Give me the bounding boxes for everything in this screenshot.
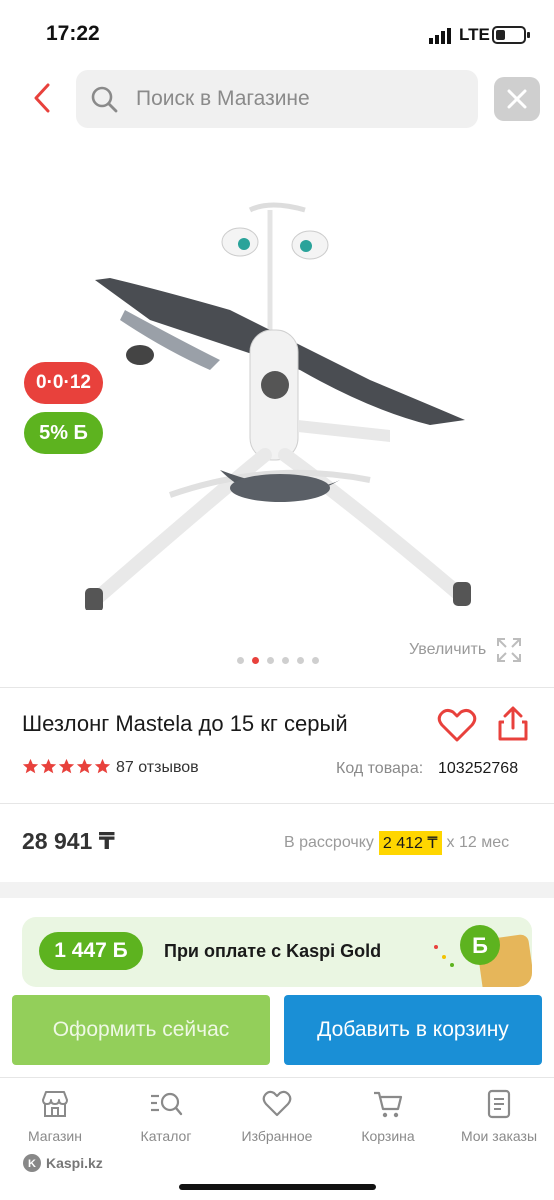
nav-label-catalog: Каталог (140, 1128, 192, 1144)
rating-stars (22, 758, 112, 775)
pagination-dot[interactable] (237, 657, 244, 664)
star-icon (40, 758, 57, 774)
svg-text:K: K (28, 1158, 36, 1170)
installment-prefix: В рассрочку (284, 834, 374, 851)
star-icon (58, 758, 75, 774)
nav-label-orders: Мои заказы (460, 1128, 538, 1144)
installment-amount: 2 412 ₸ (378, 831, 442, 855)
product-gallery[interactable]: 0·0·12 5% Б Увеличить (0, 140, 554, 685)
nav-label-cart: Корзина (361, 1128, 415, 1144)
kaspi-watermark: K Kaspi.kz (22, 1153, 103, 1173)
kaspi-gold-card-icon: Б (434, 925, 532, 987)
installment-badge: 0·0·12 (24, 362, 103, 404)
share-icon[interactable] (496, 706, 530, 742)
product-title: Шезлонг Mastela до 15 кг серый (22, 711, 348, 736)
signal-icon (429, 28, 451, 44)
close-icon (507, 89, 527, 109)
status-time: 17:22 (46, 22, 100, 45)
product-code-label: Код товара: (336, 760, 424, 777)
pagination-dot[interactable] (267, 657, 274, 664)
nav-item-favorites[interactable]: Избранное (227, 1088, 327, 1144)
cart-icon (374, 1091, 403, 1118)
gallery-pagination (237, 657, 327, 664)
catalog-search-icon (151, 1092, 183, 1116)
divider (0, 687, 554, 688)
product-price: 28 941 ₸ (22, 828, 115, 854)
installment-info: В рассрочку 2 412 ₸ x 12 мес (284, 831, 509, 855)
expand-icon (497, 638, 522, 662)
add-to-cart-button[interactable]: Добавить в корзину (284, 995, 542, 1065)
nav-label-favorites: Избранное (241, 1128, 313, 1144)
back-button[interactable] (24, 80, 60, 116)
network-label: LTE (459, 25, 490, 44)
pagination-dot[interactable] (282, 657, 289, 664)
nav-item-orders[interactable]: Мои заказы (449, 1088, 549, 1144)
search-input[interactable]: Поиск в Магазине (76, 70, 478, 128)
section-separator (0, 882, 554, 898)
gold-bonus-pill: 1 447 Б (39, 932, 143, 970)
bottom-navigation: Магазин Каталог Избранное Корзина Мои за… (0, 1077, 554, 1200)
svg-text:Б: Б (472, 933, 488, 958)
home-indicator (179, 1184, 376, 1190)
bonus-badge: 5% Б (24, 412, 103, 454)
orders-icon (487, 1089, 511, 1119)
kaspi-logo-icon: K (23, 1154, 41, 1172)
gold-banner-text: При оплате с Kaspi Gold (164, 941, 382, 961)
battery-icon (492, 26, 530, 44)
favorite-heart-icon[interactable] (437, 707, 477, 743)
chevron-left-icon (34, 83, 50, 113)
nav-item-catalog[interactable]: Каталог (116, 1088, 216, 1144)
status-bar: 17:22 LTE (0, 0, 554, 64)
zoom-label: Увеличить (409, 641, 487, 658)
pagination-dot[interactable] (312, 657, 319, 664)
nav-item-store[interactable]: Магазин (5, 1088, 105, 1144)
nav-item-cart[interactable]: Корзина (338, 1088, 438, 1144)
zoom-button[interactable]: Увеличить (409, 637, 522, 663)
search-placeholder: Поиск в Магазине (136, 87, 310, 110)
store-icon (42, 1091, 68, 1117)
search-icon (91, 86, 118, 113)
product-code-value: 103252768 (438, 760, 519, 777)
heart-icon (262, 1090, 292, 1117)
nav-label-store: Магазин (27, 1128, 82, 1144)
divider (0, 803, 554, 804)
reviews-link[interactable]: 87 отзывов (116, 759, 199, 777)
watermark-text: Kaspi.kz (46, 1155, 103, 1171)
close-button[interactable] (494, 77, 540, 121)
buy-now-button[interactable]: Оформить сейчас (12, 995, 270, 1065)
star-icon (94, 758, 111, 774)
kaspi-gold-banner[interactable]: 1 447 Б При оплате с Kaspi Gold Б (22, 917, 532, 987)
star-icon (22, 758, 39, 774)
product-image[interactable] (70, 170, 490, 610)
star-icon (76, 758, 93, 774)
installment-suffix: x 12 мес (446, 834, 510, 851)
pagination-dot[interactable] (297, 657, 304, 664)
pagination-dot[interactable] (252, 657, 259, 664)
